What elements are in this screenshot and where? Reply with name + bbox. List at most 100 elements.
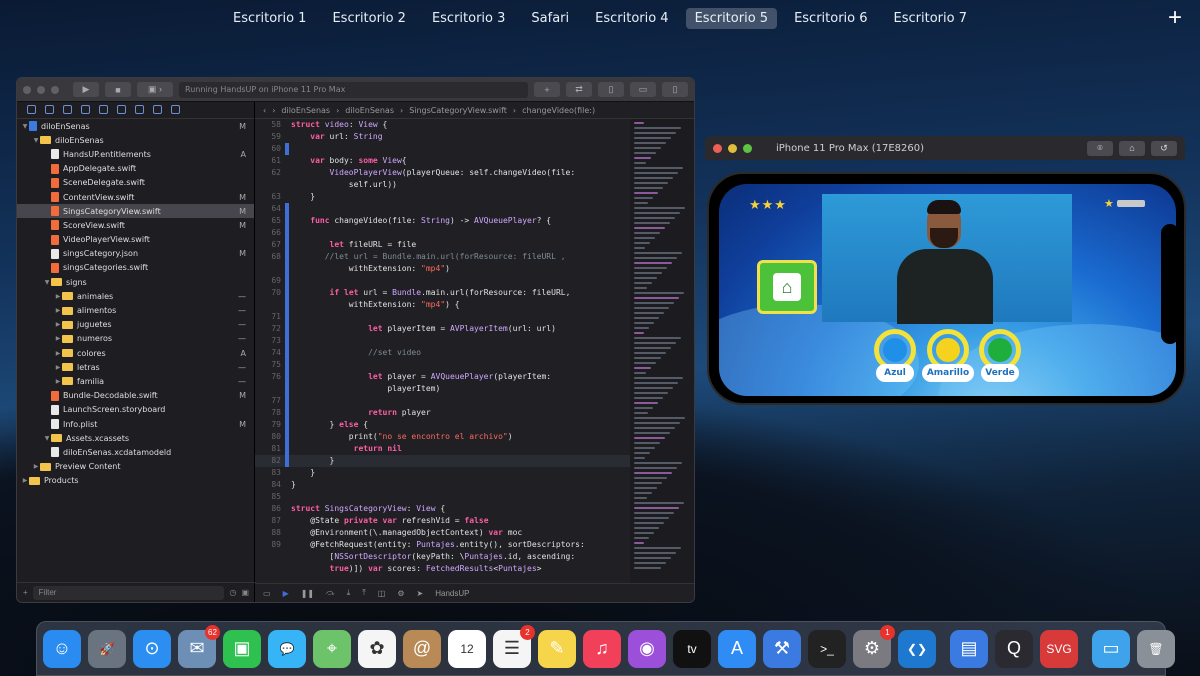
file-tree-row[interactable]: ▼ diloEnSenas M: [17, 119, 254, 133]
disclosure-icon[interactable]: ▶: [54, 378, 62, 385]
add-desktop-button[interactable]: +: [1168, 4, 1182, 32]
add-file-icon[interactable]: +: [23, 588, 28, 597]
zoom-button[interactable]: [51, 85, 59, 94]
code-area[interactable]: 58 struct video: View {59 var url: String…: [255, 119, 630, 583]
code-review-button[interactable]: ⇄: [566, 82, 592, 97]
dock-facetime-icon[interactable]: ▣: [223, 629, 261, 668]
disclosure-icon[interactable]: ▼: [32, 137, 40, 144]
disclosure-icon[interactable]: ▶: [54, 321, 62, 328]
sign-video-player[interactable]: [822, 194, 1072, 324]
file-tree-row[interactable]: ▶ letras —: [17, 360, 254, 374]
file-tree-row[interactable]: VideoPlayerView.swift: [17, 233, 254, 247]
file-tree-row[interactable]: AppDelegate.swift: [17, 162, 254, 176]
location-icon[interactable]: ➤: [417, 589, 424, 598]
breakpoint-icon[interactable]: [153, 105, 162, 114]
symbol-icon[interactable]: [63, 105, 72, 114]
close-button[interactable]: [23, 85, 31, 94]
dock-photos-icon[interactable]: ✿: [358, 629, 396, 668]
changed-files-icon[interactable]: ▣: [241, 588, 249, 597]
breakpoints-icon[interactable]: ▶: [283, 589, 289, 598]
camera-icon[interactable]: ⌾: [1087, 140, 1113, 156]
jump-bar-item[interactable]: diloEnSenas: [345, 106, 394, 115]
desktop-tab[interactable]: Escritorio 6: [785, 8, 876, 29]
step-into-icon[interactable]: ⤓: [347, 588, 351, 598]
dock-podcasts-icon[interactable]: ◉: [628, 629, 666, 668]
inspector-toggle[interactable]: ▯: [662, 82, 688, 97]
dock-simulator-icon[interactable]: ▤: [950, 629, 988, 668]
file-tree-row[interactable]: ▼ diloEnSenas: [17, 133, 254, 147]
disclosure-icon[interactable]: ▶: [54, 350, 62, 357]
sim-close-button[interactable]: [713, 143, 722, 153]
file-tree-row[interactable]: ContentView.swift M: [17, 190, 254, 204]
dock-contacts-icon[interactable]: @: [403, 629, 441, 668]
file-tree-row[interactable]: ▶ familia —: [17, 374, 254, 388]
debug-icon[interactable]: [135, 105, 144, 114]
file-tree-row[interactable]: ▶ juguetes —: [17, 318, 254, 332]
disclosure-icon[interactable]: ▶: [54, 307, 62, 314]
dock-safari-icon[interactable]: ⊙: [133, 629, 171, 668]
desktop-tab[interactable]: Safari: [522, 8, 578, 29]
file-tree-row[interactable]: SceneDelegate.swift: [17, 176, 254, 190]
dock-reminders-icon[interactable]: ☰ 2: [493, 624, 535, 668]
dock-tv-icon[interactable]: tv: [673, 629, 711, 668]
disclosure-icon[interactable]: ▶: [54, 364, 62, 371]
dock-calendar-icon[interactable]: 12: [448, 629, 486, 668]
desktop-tab[interactable]: Escritorio 1: [224, 8, 315, 29]
recent-files-icon[interactable]: ◷: [229, 588, 236, 597]
file-tree-row[interactable]: SingsCategoryView.swift M: [17, 204, 254, 219]
rotate-icon[interactable]: ↺: [1151, 140, 1177, 156]
jump-bar-item[interactable]: SingsCategoryView.swift: [409, 106, 507, 115]
file-tree-row[interactable]: HandsUP.entitlements A: [17, 147, 254, 161]
step-out-icon[interactable]: ⤒: [362, 588, 366, 598]
report-icon[interactable]: [171, 105, 180, 114]
dock-quicktime-icon[interactable]: Q: [995, 629, 1033, 668]
debug-toggle[interactable]: ▭: [630, 82, 656, 97]
file-tree-row[interactable]: Bundle-Decodable.swift M: [17, 389, 254, 403]
dock-music-icon[interactable]: ♫: [583, 629, 621, 668]
filter-input[interactable]: Filter: [32, 585, 225, 600]
dock-svg-app-icon[interactable]: SVG: [1040, 629, 1078, 668]
dock-launchpad-icon[interactable]: 🚀: [88, 629, 126, 668]
file-tree-row[interactable]: ▶ alimentos —: [17, 303, 254, 317]
file-tree-row[interactable]: ▶ numeros —: [17, 332, 254, 346]
dock-trash-icon[interactable]: 🗑: [1137, 629, 1175, 668]
sim-zoom-button[interactable]: [743, 143, 752, 153]
disclosure-icon[interactable]: ▼: [43, 435, 51, 442]
folder-icon[interactable]: [27, 105, 36, 114]
file-tree-row[interactable]: ▼ Assets.xcassets: [17, 431, 254, 445]
view-debugger-icon[interactable]: ◫: [378, 589, 386, 598]
file-tree-row[interactable]: ScoreView.swift M: [17, 218, 254, 232]
dock-app-store-icon[interactable]: A: [718, 629, 756, 668]
desktop-tab[interactable]: Escritorio 7: [885, 8, 976, 29]
disclosure-icon[interactable]: ▼: [43, 279, 51, 286]
disclosure-icon[interactable]: ▼: [21, 123, 29, 130]
file-tree-row[interactable]: ▶ Preview Content: [17, 460, 254, 474]
dock-mail-icon[interactable]: ✉ 62: [178, 624, 220, 668]
file-tree-row[interactable]: LaunchScreen.storyboard: [17, 403, 254, 417]
dock-downloads-icon[interactable]: ▭: [1092, 629, 1130, 668]
desktop-tab[interactable]: Escritorio 3: [423, 8, 514, 29]
source-control-icon[interactable]: [45, 105, 54, 114]
disclosure-icon[interactable]: ▶: [21, 477, 29, 484]
file-tree-row[interactable]: diloEnSenas.xcdatamodeld: [17, 445, 254, 459]
step-over-icon[interactable]: ⤼: [326, 588, 335, 598]
file-tree-row[interactable]: singsCategories.swift: [17, 261, 254, 275]
dock-system-preferences-icon[interactable]: ⚙ 1: [853, 624, 895, 668]
hide-debug-icon[interactable]: ▭: [263, 589, 271, 598]
dock-xcode-icon[interactable]: ⚒: [763, 629, 801, 668]
disclosure-icon[interactable]: ▶: [32, 463, 40, 470]
test-icon[interactable]: [117, 105, 126, 114]
home-button[interactable]: ⌂: [757, 260, 817, 314]
dock-finder-icon[interactable]: ☺: [43, 629, 81, 668]
dock-maps-icon[interactable]: ⌖: [313, 629, 351, 668]
disclosure-icon[interactable]: ▶: [54, 293, 62, 300]
disclosure-icon[interactable]: ▶: [54, 335, 62, 342]
jump-bar-item[interactable]: diloEnSenas: [281, 106, 330, 115]
jump-arrow-icon[interactable]: ‹: [263, 106, 266, 115]
dock-vscode-icon[interactable]: ❮❯: [898, 629, 936, 668]
home-icon[interactable]: ⌂: [1119, 140, 1145, 156]
file-tree-row[interactable]: ▶ animales —: [17, 289, 254, 303]
file-tree-row[interactable]: ▶ Products: [17, 474, 254, 488]
search-icon[interactable]: [81, 105, 90, 114]
file-tree-row[interactable]: Info.plist M: [17, 417, 254, 431]
